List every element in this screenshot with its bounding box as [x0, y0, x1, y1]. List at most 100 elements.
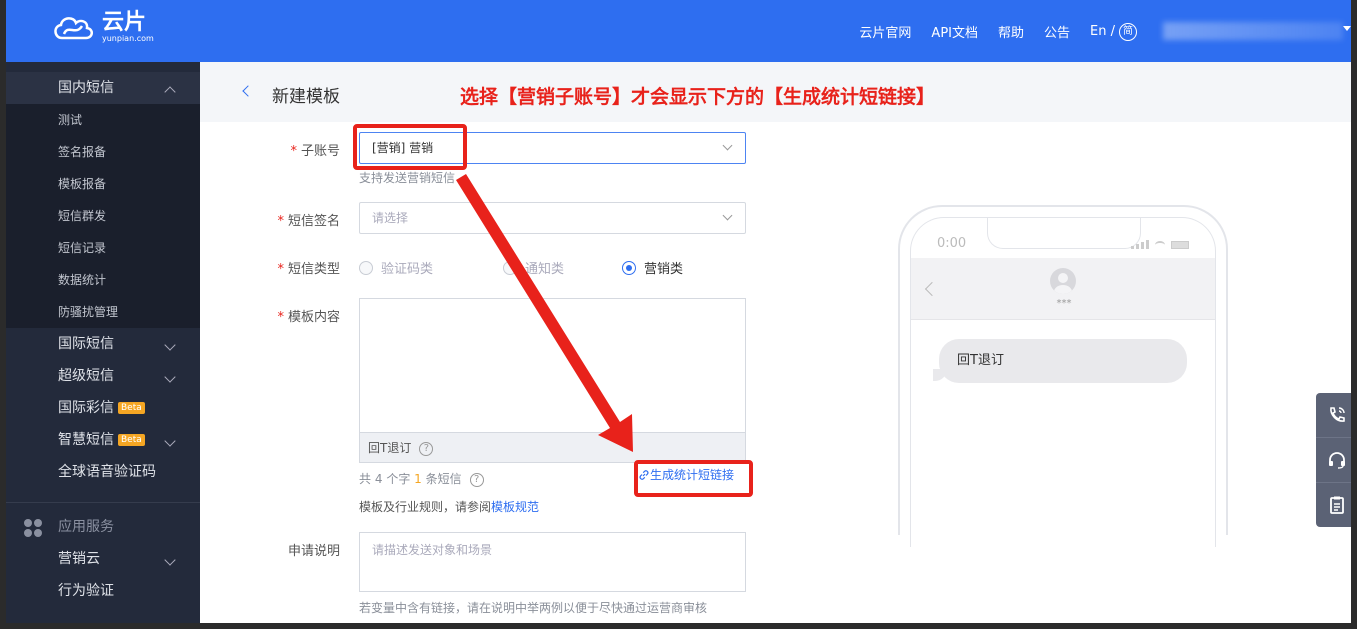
sidebar-group-label: 智慧短信 — [58, 432, 114, 448]
nav-announcement[interactable]: 公告 — [1044, 22, 1070, 41]
highlight-box-subaccount — [353, 124, 467, 170]
sidebar: 国内短信 测试 签名报备 模板报备 短信群发 短信记录 数据统计 防骚扰管理 国… — [6, 62, 200, 623]
description-textarea[interactable]: 请描述发送对象和场景 — [359, 532, 746, 592]
sidebar-group-voice-verification[interactable]: 全球语音验证码 — [6, 456, 200, 488]
phone-status-bar — [1131, 240, 1189, 249]
annotation-text: 选择【营销子账号】才会显示下方的【生成统计短链接】 — [460, 86, 936, 108]
beta-badge: Beta — [118, 402, 145, 414]
rule-text: 模板及行业规则，请参阅 — [359, 500, 492, 514]
battery-icon — [1171, 241, 1189, 249]
template-content-textarea[interactable]: 回T退订? — [359, 298, 746, 463]
subaccount-label-text: 子账号 — [300, 144, 340, 159]
count-mid: 个字 — [386, 472, 411, 486]
description-label-text: 申请说明 — [287, 544, 340, 559]
sidebar-item-bulk-send[interactable]: 短信群发 — [6, 200, 200, 232]
sidebar-group-label: 国际短信 — [58, 336, 114, 352]
nav-help[interactable]: 帮助 — [998, 22, 1024, 41]
sidebar-group-label: 国内短信 — [58, 80, 114, 96]
description-placeholder: 请描述发送对象和场景 — [372, 543, 493, 557]
radio-dot — [503, 260, 517, 275]
nav-official-site[interactable]: 云片官网 — [859, 22, 911, 41]
sidebar-group-label: 行为验证 — [58, 583, 114, 599]
signal-icon — [1131, 246, 1134, 249]
content-label: * 模板内容 — [277, 310, 340, 325]
phone-notch — [987, 218, 1141, 249]
chevron-down-icon — [722, 140, 733, 151]
logo[interactable]: 云片 yunpian.com — [50, 12, 154, 44]
description-label: 申请说明 — [250, 540, 340, 559]
chevron-down-icon — [164, 435, 176, 447]
page-header: 新建模板 选择【营销子账号】才会显示下方的【生成统计短链接】 — [200, 62, 1351, 122]
radio-notification[interactable]: 通知类 — [503, 258, 564, 277]
back-arrow-icon — [924, 281, 940, 297]
nav-api-docs[interactable]: API文档 — [931, 22, 978, 41]
user-account-blurred[interactable] — [1163, 22, 1343, 40]
cloud-logo-icon — [54, 17, 93, 40]
help-icon[interactable]: ? — [469, 472, 484, 487]
top-nav: 云片官网 API文档 帮助 公告 En / 简 — [839, 22, 1137, 41]
signature-label: * 短信签名 — [277, 214, 340, 229]
content-label-text: 模板内容 — [287, 310, 340, 325]
unsubscribe-text: 回T退订 — [368, 441, 412, 455]
sidebar-group-marketing-cloud[interactable]: 营销云 — [6, 543, 200, 575]
chevron-down-icon — [164, 554, 176, 566]
radio-verification-code[interactable]: 验证码类 — [359, 258, 433, 277]
signature-select[interactable]: 请选择 — [359, 202, 746, 234]
subaccount-label: * 子账号 — [290, 144, 340, 159]
count-msgs: 1 — [414, 472, 422, 486]
sidebar-section-app-services: 应用服务 — [6, 511, 200, 543]
sidebar-item-statistics[interactable]: 数据统计 — [6, 264, 200, 296]
type-label: * 短信类型 — [277, 262, 340, 277]
help-icon[interactable]: ? — [419, 441, 434, 456]
simplified-chinese-icon: 简 — [1119, 22, 1137, 41]
radio-dot — [359, 260, 373, 275]
chevron-down-icon — [164, 371, 176, 383]
chevron-down-icon — [164, 339, 176, 351]
clipboard-icon[interactable] — [1316, 482, 1351, 526]
chevron-up-icon — [164, 86, 176, 98]
headset-icon[interactable] — [1316, 437, 1351, 481]
logo-subtitle: yunpian.com — [102, 34, 154, 43]
sidebar-group-behavior-verification[interactable]: 行为验证 — [6, 575, 200, 607]
phone-preview: 0:00 *** 回T退订 — [898, 205, 1228, 547]
avatar-icon — [1050, 268, 1076, 294]
radio-marketing[interactable]: 营销类 — [622, 258, 683, 277]
subaccount-hint: 支持发送营销短信 — [359, 171, 456, 185]
language-label: En / — [1090, 24, 1115, 39]
chat-header: *** — [911, 258, 1215, 320]
sidebar-item-sms-records[interactable]: 短信记录 — [6, 232, 200, 264]
caret-down-icon[interactable] — [1343, 26, 1351, 31]
template-spec-link[interactable]: 模板规范 — [491, 500, 539, 514]
window-frame: 云片 yunpian.com 云片官网 API文档 帮助 公告 En / 简 国… — [0, 0, 1357, 629]
sidebar-submenu: 测试 签名报备 模板报备 短信群发 短信记录 数据统计 防骚扰管理 — [6, 104, 200, 328]
sidebar-group-label: 营销云 — [58, 551, 100, 567]
sidebar-section-label: 应用服务 — [58, 519, 114, 535]
sidebar-group-smart-sms[interactable]: 智慧短信 Beta — [6, 424, 200, 456]
phone-call-icon[interactable] — [1316, 393, 1351, 437]
sidebar-group-international-mms[interactable]: 国际彩信 Beta — [6, 392, 200, 424]
radio-label: 通知类 — [525, 262, 565, 277]
back-arrow-icon[interactable] — [242, 85, 254, 97]
page-title: 新建模板 — [272, 87, 340, 107]
language-switch[interactable]: En / 简 — [1090, 22, 1137, 41]
highlight-box-generate-link — [634, 460, 753, 497]
logo-title: 云片 — [102, 10, 147, 35]
phone-screen: 0:00 *** 回T退订 — [910, 217, 1216, 547]
phone-time: 0:00 — [937, 236, 967, 251]
type-label-text: 短信类型 — [287, 262, 340, 277]
sidebar-item-anti-harassment[interactable]: 防骚扰管理 — [6, 296, 200, 328]
radio-label: 营销类 — [644, 262, 684, 277]
sidebar-group-label: 国际彩信 — [58, 400, 114, 416]
textarea-footer: 回T退订? — [360, 432, 745, 462]
sidebar-item-test[interactable]: 测试 — [6, 104, 200, 136]
radio-dot — [622, 260, 636, 275]
contact-name: *** — [1056, 298, 1072, 309]
sidebar-item-signature-report[interactable]: 签名报备 — [6, 136, 200, 168]
signature-label-text: 短信签名 — [287, 214, 340, 229]
sidebar-group-international-sms[interactable]: 国际短信 — [6, 328, 200, 360]
chevron-down-icon — [722, 210, 733, 221]
template-rule: 模板及行业规则，请参阅模板规范 — [359, 498, 539, 515]
sidebar-group-super-sms[interactable]: 超级短信 — [6, 360, 200, 392]
sidebar-group-domestic-sms[interactable]: 国内短信 — [6, 72, 200, 104]
sidebar-item-template-report[interactable]: 模板报备 — [6, 168, 200, 200]
